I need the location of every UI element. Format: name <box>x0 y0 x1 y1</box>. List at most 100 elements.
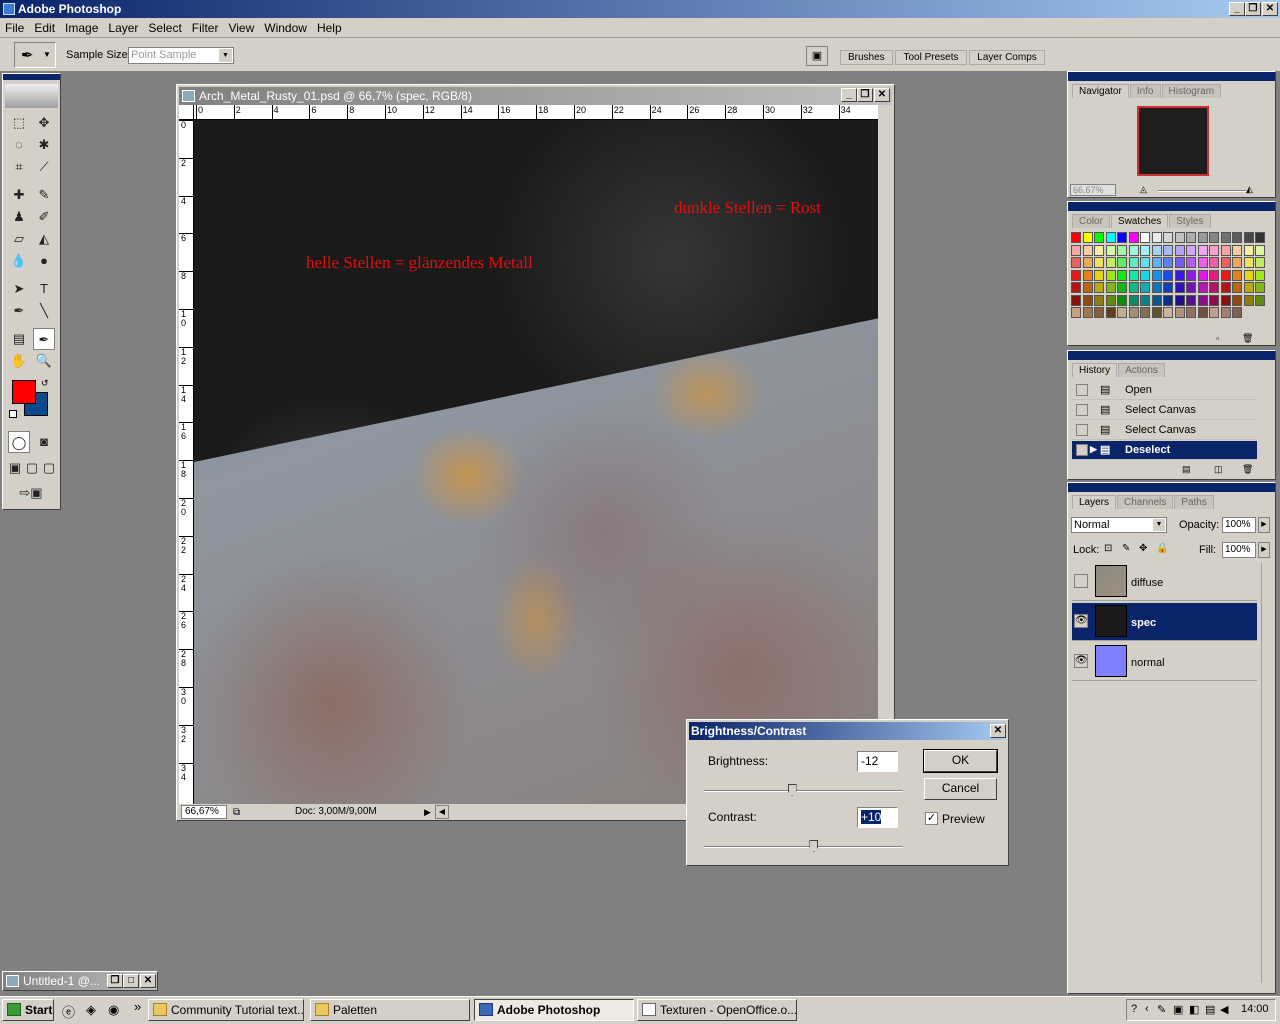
menu-edit[interactable]: Edit <box>29 18 60 38</box>
screen-mode-full-icon[interactable]: ▢ <box>40 457 58 479</box>
color-swatch[interactable] <box>1174 294 1185 306</box>
color-swatch[interactable] <box>1255 232 1265 243</box>
vertical-scrollbar[interactable] <box>878 120 893 804</box>
lock-transparency-icon[interactable]: ⊡ <box>1104 543 1112 554</box>
toolbox-titlebar[interactable] <box>3 74 60 80</box>
color-swatch[interactable] <box>1220 282 1231 293</box>
color-swatch[interactable] <box>1197 232 1208 243</box>
color-swatch[interactable] <box>1094 244 1104 256</box>
navigator-thumbnail[interactable] <box>1137 106 1209 176</box>
color-swatch[interactable] <box>1094 307 1104 318</box>
tab-layers[interactable]: Layers <box>1072 495 1117 509</box>
color-swatch[interactable] <box>1232 269 1242 281</box>
color-swatch[interactable] <box>1220 232 1231 243</box>
color-swatch[interactable] <box>1232 294 1242 306</box>
history-brush-icon[interactable]: ✐ <box>33 206 55 228</box>
color-swatch[interactable] <box>1117 307 1127 318</box>
opacity-arrow-icon[interactable]: ▶ <box>1258 517 1270 533</box>
tab-histogram[interactable]: Histogram <box>1161 84 1222 98</box>
history-item[interactable]: ▤ Select Canvas <box>1072 401 1257 420</box>
brightness-slider[interactable] <box>704 790 903 792</box>
blend-mode-select[interactable]: Normal ▼ <box>1071 517 1167 533</box>
color-swatch[interactable] <box>1094 294 1104 306</box>
color-swatch[interactable] <box>1140 294 1150 306</box>
notes-tool-icon[interactable]: ▤ <box>8 328 30 350</box>
color-swatch[interactable] <box>1082 269 1093 281</box>
color-swatch[interactable] <box>1140 269 1150 281</box>
color-swatch[interactable] <box>1255 294 1265 306</box>
layer-row-normal[interactable]: 👁 normal <box>1072 643 1257 681</box>
color-swatch[interactable] <box>1209 282 1219 293</box>
history-item[interactable]: ▤ Select Canvas <box>1072 421 1257 440</box>
status-menu-arrow-icon[interactable]: ▶ <box>424 804 431 820</box>
color-swatch[interactable] <box>1255 269 1265 281</box>
color-swatch[interactable] <box>1186 232 1196 243</box>
color-swatch[interactable] <box>1071 232 1081 243</box>
standard-mode-icon[interactable]: ◯ <box>8 431 30 453</box>
color-swatch[interactable] <box>1209 307 1219 318</box>
color-swatch[interactable] <box>1151 232 1162 243</box>
healing-brush-icon[interactable]: ✚ <box>8 184 30 206</box>
tab-swatches[interactable]: Swatches <box>1110 214 1169 228</box>
color-swatch[interactable] <box>1220 244 1231 256</box>
color-swatch[interactable] <box>1071 257 1081 268</box>
maximize-button[interactable]: ❐ <box>1245 2 1261 16</box>
color-swatch[interactable] <box>1163 232 1173 243</box>
color-swatch[interactable] <box>1174 269 1185 281</box>
foreground-color-swatch[interactable] <box>12 380 36 404</box>
tab-info[interactable]: Info <box>1129 84 1161 98</box>
color-swatch[interactable] <box>1197 282 1208 293</box>
marquee-tool-icon[interactable]: ⬚ <box>8 112 30 134</box>
color-swatch[interactable] <box>1255 257 1265 268</box>
color-swatch[interactable] <box>1209 294 1219 306</box>
palette-toggle-icon[interactable]: ▣ <box>806 46 828 66</box>
quicklaunch-icon[interactable]: ◈ <box>86 1002 96 1018</box>
contrast-slider-thumb[interactable] <box>809 840 819 852</box>
color-swatch[interactable] <box>1163 257 1173 268</box>
new-document-from-state-icon[interactable]: ▤ <box>1182 464 1191 475</box>
lasso-tool-icon[interactable]: ◌ <box>8 134 30 156</box>
fill-arrow-icon[interactable]: ▶ <box>1258 542 1270 558</box>
swap-colors-icon[interactable]: ↺ <box>41 378 49 389</box>
color-swatch[interactable] <box>1071 307 1081 318</box>
color-swatch[interactable] <box>1151 282 1162 293</box>
color-swatch[interactable] <box>1105 282 1116 293</box>
tab-layer-comps[interactable]: Layer Comps <box>969 50 1045 65</box>
tab-styles[interactable]: Styles <box>1169 214 1211 228</box>
quick-mask-icon[interactable]: ◙ <box>33 431 55 453</box>
doc-close-button[interactable]: ✕ <box>874 88 890 102</box>
color-swatch[interactable] <box>1186 269 1196 281</box>
zoom-tool-icon[interactable]: 🔍 <box>33 350 55 372</box>
color-swatch[interactable] <box>1197 257 1208 268</box>
cancel-button[interactable]: Cancel <box>924 778 997 800</box>
color-swatch[interactable] <box>1232 257 1242 268</box>
color-swatch[interactable] <box>1117 282 1127 293</box>
color-swatch[interactable] <box>1197 244 1208 256</box>
volume-icon[interactable]: ◀ <box>1220 1003 1228 1016</box>
opacity-field[interactable]: 100% <box>1222 517 1256 533</box>
dialog-close-button[interactable]: ✕ <box>990 724 1006 738</box>
doc-minimize-button[interactable]: _ <box>841 88 857 102</box>
contrast-slider[interactable] <box>704 846 903 848</box>
sample-size-select[interactable]: Point Sample ▼ <box>128 47 234 64</box>
color-swatch[interactable] <box>1197 307 1208 318</box>
color-swatch[interactable] <box>1128 257 1139 268</box>
menu-layer[interactable]: Layer <box>103 18 143 38</box>
color-swatch[interactable] <box>1232 307 1242 318</box>
color-swatch[interactable] <box>1163 294 1173 306</box>
color-swatch[interactable] <box>1232 282 1242 293</box>
color-swatch[interactable] <box>1082 307 1093 318</box>
menu-filter[interactable]: Filter <box>187 18 224 38</box>
default-colors-icon[interactable] <box>9 410 17 418</box>
zoom-field[interactable]: 66,67% <box>181 805 227 819</box>
color-swatch[interactable] <box>1243 257 1254 268</box>
eraser-tool-icon[interactable]: ▱ <box>8 228 30 250</box>
tab-actions[interactable]: Actions <box>1118 363 1165 377</box>
brightness-slider-thumb[interactable] <box>787 784 797 796</box>
color-swatch[interactable] <box>1220 307 1231 318</box>
color-swatch[interactable] <box>1255 282 1265 293</box>
color-swatch[interactable] <box>1174 307 1185 318</box>
document-titlebar[interactable]: Arch_Metal_Rusty_01.psd @ 66,7% (spec, R… <box>179 87 892 105</box>
layer-row-diffuse[interactable]: diffuse <box>1072 563 1257 601</box>
trash-icon[interactable]: 🗑 <box>1242 333 1253 344</box>
